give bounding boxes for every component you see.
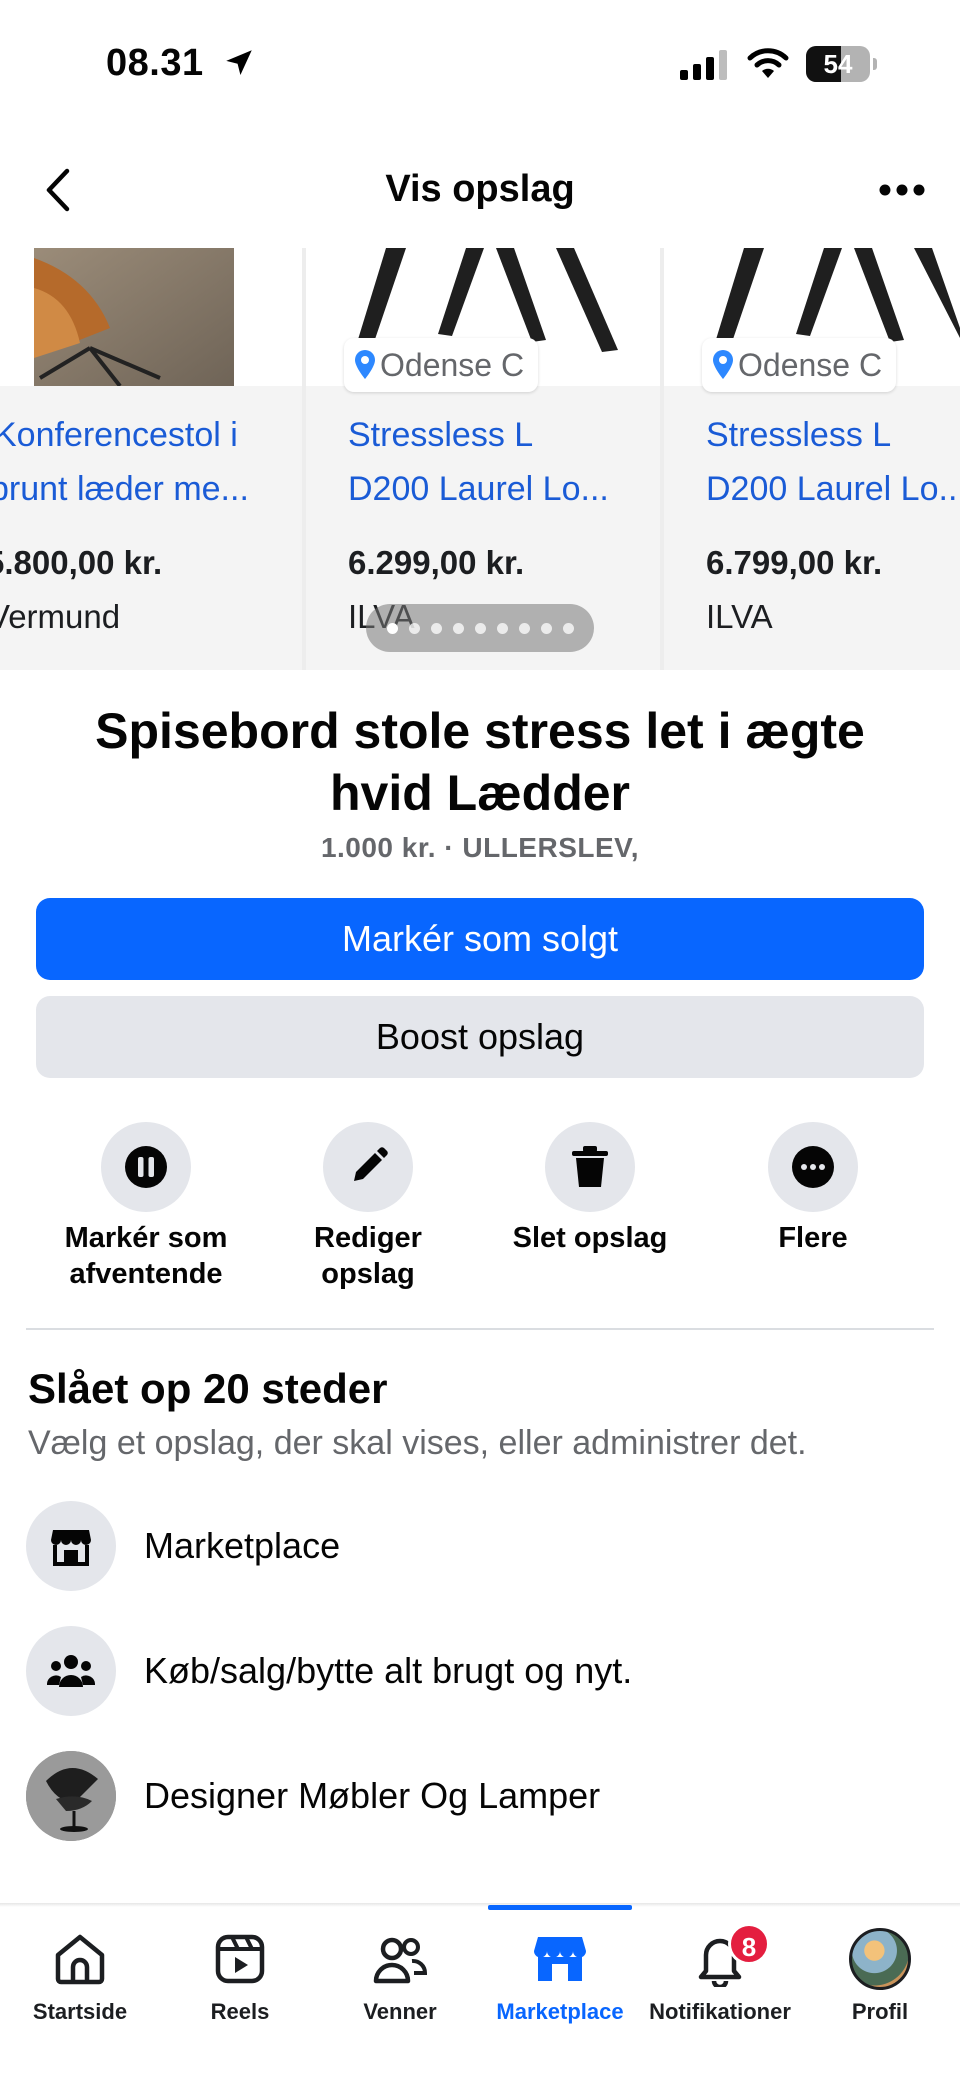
- listing-title: Spisebord stole stress let i ægte hvid L…: [95, 703, 865, 821]
- trash-icon: [572, 1146, 608, 1187]
- nav-label: Notifikationer: [649, 1999, 791, 2024]
- similar-listing-card[interactable]: Konferencestol i brunt læder me... 5.800…: [0, 248, 302, 670]
- carousel-dot: [452, 622, 464, 634]
- battery-indicator: 54: [806, 46, 877, 82]
- ellipsis-icon: [879, 184, 925, 196]
- home-icon: [55, 1934, 105, 1985]
- location-pill: Odense C: [344, 338, 539, 392]
- nav-label: Reels: [210, 1999, 270, 2024]
- divider: [26, 1328, 934, 1330]
- action-label: Markér som: [64, 1222, 228, 1254]
- nav-item-home[interactable]: Startside: [0, 1907, 160, 2081]
- carousel-dot: [430, 622, 442, 634]
- card-seller: ILVA: [706, 598, 773, 635]
- delete-listing-action[interactable]: Slet opslag: [490, 1122, 690, 1256]
- battery-percent: 54: [823, 49, 853, 79]
- pencil-icon: [354, 1147, 388, 1181]
- listing-actions: Markér som afventende Rediger opslag Sle…: [0, 1122, 960, 1302]
- location-pill: Odense C: [702, 338, 897, 392]
- map-pin-icon: [355, 350, 375, 379]
- nav-label: Profil: [851, 1999, 909, 2024]
- nav-item-friends[interactable]: Venner: [320, 1907, 480, 2081]
- carousel-dot: [474, 622, 486, 634]
- carousel-dot: [496, 622, 508, 634]
- carousel-dot: [562, 622, 574, 634]
- card-title-line1: Stressless L: [348, 416, 534, 454]
- nav-item-marketplace[interactable]: Marketplace: [480, 1905, 640, 2081]
- place-label: Designer Møbler Og Lamper: [144, 1775, 601, 1816]
- carousel-dot: [518, 622, 530, 634]
- more-options-button[interactable]: [872, 162, 932, 218]
- group-icon: [47, 1655, 95, 1687]
- card-title-line2: brunt læder me...: [0, 470, 249, 508]
- location-label: Odense C: [380, 346, 525, 383]
- card-title-line1: Konferencestol i: [0, 416, 238, 454]
- location-label: Odense C: [738, 346, 883, 383]
- action-label: Rediger: [314, 1222, 422, 1254]
- place-label: Marketplace: [144, 1525, 341, 1566]
- header: Vis opslag: [0, 150, 960, 230]
- action-label: Slet opslag: [512, 1222, 668, 1254]
- action-label: afventende: [69, 1258, 223, 1290]
- status-bar: 08.31 54: [0, 0, 960, 130]
- edit-listing-action[interactable]: Rediger opslag: [268, 1122, 468, 1292]
- location-arrow-icon: [226, 50, 252, 76]
- bottom-navigation: Startside Reels Venner Marketplace 8 Not…: [0, 1905, 960, 2081]
- listing-price-location: 1.000 kr. · ULLERSLEV,: [320, 832, 640, 863]
- place-label: Køb/salg/bytte alt brugt og nyt.: [144, 1650, 633, 1691]
- cellular-signal-icon: [680, 50, 727, 80]
- posted-section-title: Slået op 20 steder: [28, 1365, 388, 1412]
- listing-image-carousel[interactable]: Konferencestol i brunt læder me... 5.800…: [0, 248, 960, 670]
- card-title-line2: D200 Laurel Lo...: [706, 470, 960, 508]
- posted-place-item[interactable]: Designer Møbler Og Lamper: [26, 1750, 926, 1842]
- notification-badge: 8: [728, 1923, 770, 1965]
- page-title: Vis opslag: [385, 168, 575, 210]
- nav-label: Venner: [363, 1999, 437, 2024]
- posted-place-item[interactable]: Marketplace: [26, 1500, 926, 1592]
- card-price: 5.800,00 kr.: [0, 544, 163, 581]
- card-price: 6.799,00 kr.: [706, 544, 883, 581]
- nav-label: Startside: [32, 1999, 128, 2024]
- mark-pending-action[interactable]: Markér som afventende: [46, 1122, 246, 1292]
- carousel-dot: [540, 622, 552, 634]
- posted-section-subtitle: Vælg et opslag, der skal vises, eller ad…: [28, 1424, 807, 1462]
- marketplace-icon: [534, 1937, 586, 1981]
- avatar: [849, 1928, 911, 1990]
- carousel-page-indicator: [366, 604, 594, 652]
- marketplace-icon: [51, 1530, 91, 1566]
- mark-as-sold-button[interactable]: Markér som solgt: [36, 898, 924, 980]
- card-title-line2: D200 Laurel Lo...: [348, 470, 609, 508]
- reels-icon: [215, 1934, 265, 1984]
- action-label: opslag: [321, 1258, 415, 1290]
- card-title-line1: Stressless L: [706, 416, 892, 454]
- friends-icon: [373, 1937, 428, 1984]
- nav-label: Marketplace: [496, 1999, 624, 2024]
- card-price: 6.299,00 kr.: [348, 544, 525, 581]
- wifi-icon: [747, 48, 789, 78]
- similar-listing-card[interactable]: Odense C Stressless L D200 Laurel Lo... …: [664, 248, 960, 670]
- carousel-dot: [408, 622, 420, 634]
- nav-item-reels[interactable]: Reels: [160, 1907, 320, 2081]
- action-label: Flere: [778, 1222, 848, 1254]
- pause-icon: [125, 1146, 167, 1188]
- map-pin-icon: [713, 350, 733, 379]
- nav-item-notifications[interactable]: 8 Notifikationer: [640, 1907, 800, 2081]
- listing-thumbnail: [0, 248, 302, 386]
- more-icon: [792, 1146, 834, 1188]
- nav-item-profile[interactable]: Profil: [800, 1907, 960, 2081]
- status-time: 08.31: [106, 42, 204, 84]
- card-seller: Vermund: [0, 598, 121, 635]
- active-tab-indicator: [488, 1905, 632, 1910]
- posted-place-item[interactable]: Køb/salg/bytte alt brugt og nyt.: [26, 1625, 926, 1717]
- boost-listing-button[interactable]: Boost opslag: [36, 996, 924, 1078]
- more-actions[interactable]: Flere: [713, 1122, 913, 1256]
- carousel-dot: [386, 622, 398, 634]
- chair-photo-icon: [26, 1751, 116, 1841]
